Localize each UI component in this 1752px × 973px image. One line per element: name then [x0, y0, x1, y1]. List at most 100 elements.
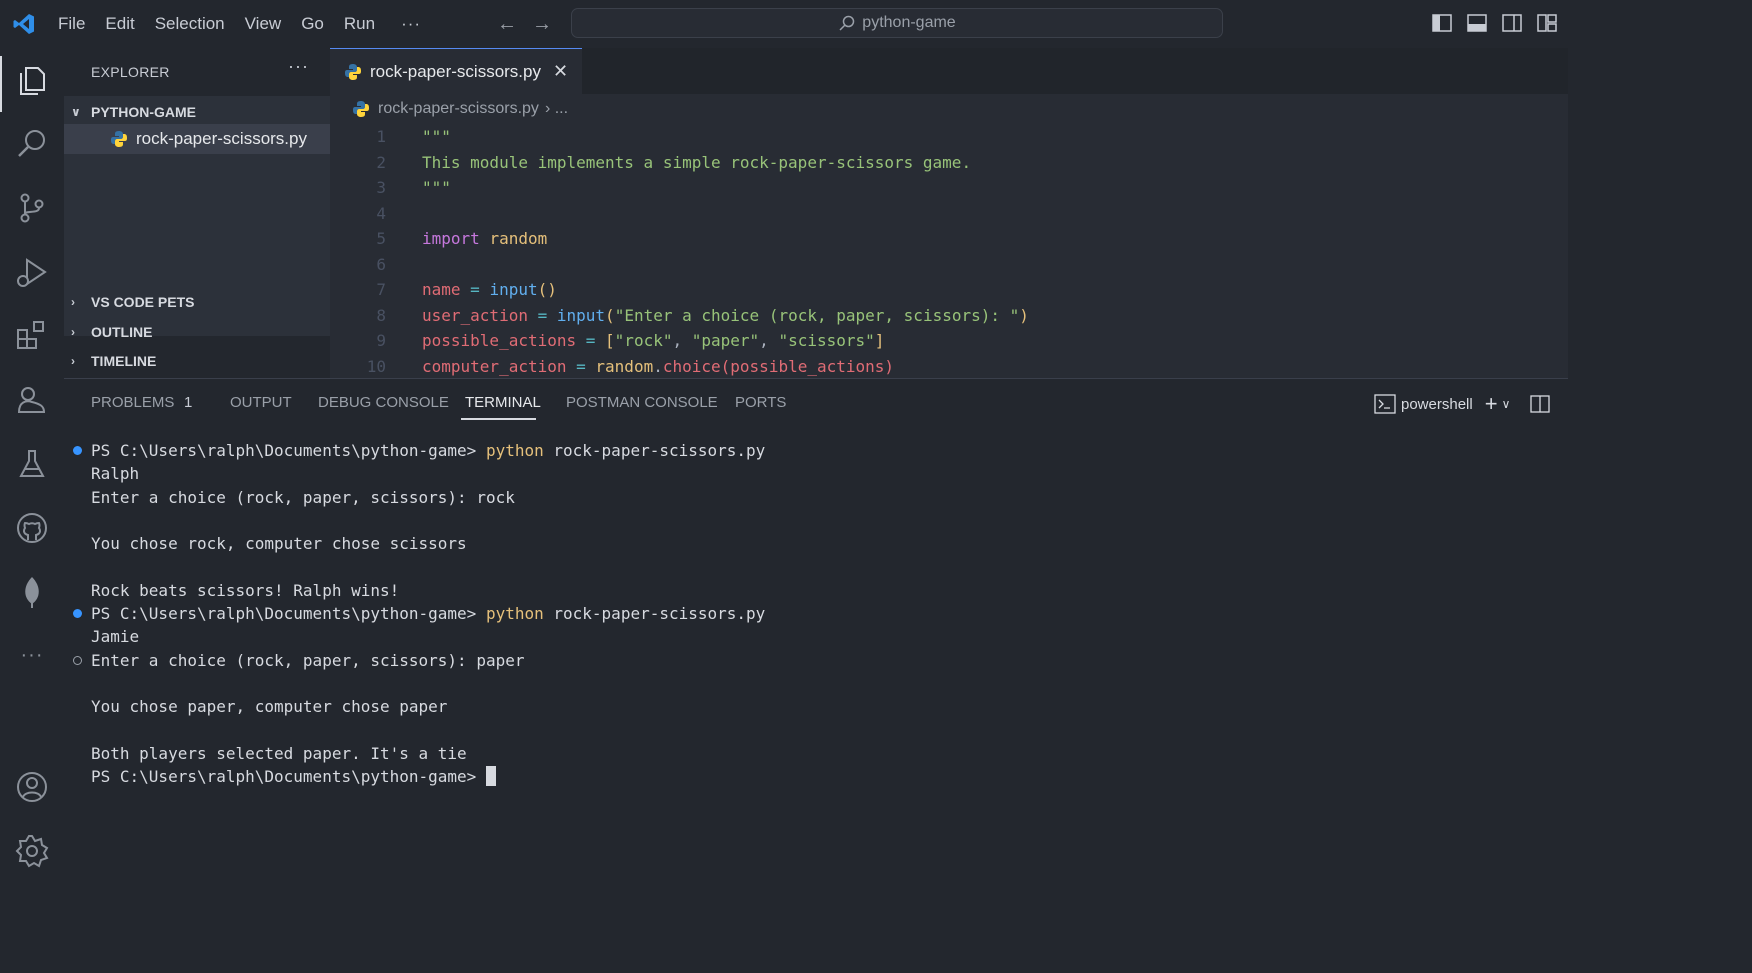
line-number: 4 [376, 203, 386, 223]
tab-problems[interactable]: PROBLEMS [91, 394, 174, 411]
code-text: import random [422, 229, 548, 248]
tab-postman-console[interactable]: POSTMAN CONSOLE [566, 394, 718, 411]
breadcrumb: rock-paper-scissors.py › ... [352, 98, 568, 120]
tab-output[interactable]: OUTPUT [230, 394, 292, 411]
tab-ports[interactable]: PORTS [735, 394, 786, 411]
file-tree-item[interactable]: rock-paper-scissors.py [64, 124, 330, 154]
terminal-line: Rock beats scissors! Ralph wins! [91, 580, 400, 600]
toggle-panel-icon[interactable] [1466, 13, 1488, 33]
panel-tab-bar: PROBLEMS 1 OUTPUT DEBUG CONSOLE TERMINAL… [64, 379, 1568, 425]
code-text: computer_action = random.choice(possible… [422, 356, 895, 376]
line-number: 5 [376, 229, 386, 248]
file-name: rock-paper-scissors.py [136, 129, 307, 148]
problems-count-badge: 1 [184, 394, 193, 411]
source-control-icon[interactable] [14, 190, 50, 226]
menu-more-icon[interactable]: ··· [385, 14, 437, 34]
code-line[interactable]: 3 """ [330, 175, 1568, 200]
editor-tab[interactable]: rock-paper-scissors.py ✕ [330, 48, 582, 94]
explorer-more-icon[interactable]: ··· [288, 56, 309, 77]
menu-view[interactable]: View [235, 14, 292, 34]
terminal-line: PS C:\Users\ralph\Documents\python-game>… [91, 604, 766, 624]
terminal-toolbar: powershell + ∨ [1374, 391, 1551, 417]
section-vscode-pets[interactable]: › VS CODE PETS [71, 294, 194, 310]
chevron-down-icon[interactable]: ∨ [1502, 397, 1511, 411]
line-number: 2 [376, 152, 386, 172]
editor-tab-bar: rock-paper-scissors.py ✕ [330, 48, 1568, 94]
section-timeline[interactable]: › TIMELINE [71, 353, 156, 369]
accounts-icon[interactable] [14, 769, 50, 805]
code-text: """ [422, 127, 451, 146]
section-label: TIMELINE [91, 353, 157, 369]
terminal-line: Ralph [91, 464, 140, 484]
terminal-cursor [485, 766, 496, 787]
section-outline[interactable]: › OUTLINE [71, 324, 152, 340]
close-icon[interactable]: ✕ [553, 61, 568, 82]
command-decoration-icon[interactable] [73, 609, 82, 619]
python-file-icon [353, 101, 369, 117]
search-icon[interactable] [14, 126, 50, 162]
testing-flask-icon[interactable] [14, 446, 50, 482]
code-line[interactable]: 7 name = input() [330, 277, 1568, 302]
python-file-icon [345, 63, 361, 80]
line-number: 6 [376, 254, 386, 274]
search-icon [839, 15, 855, 31]
terminal-shell-icon[interactable] [1374, 394, 1396, 414]
code-line[interactable]: 5 import random [330, 226, 1568, 251]
toggle-secondary-sidebar-icon[interactable] [1501, 13, 1523, 33]
tab-debug-console[interactable]: DEBUG CONSOLE [318, 394, 449, 411]
menu-bar: File Edit Selection View Go Run ··· [48, 0, 437, 48]
line-number: 7 [376, 280, 386, 299]
command-running-icon[interactable] [73, 655, 82, 665]
terminal-line: Enter a choice (rock, paper, scissors): … [91, 487, 515, 507]
code-line[interactable]: 10 computer_action = random.choice(possib… [330, 354, 1568, 379]
terminal-line: You chose rock, computer chose scissors [91, 534, 467, 554]
bottom-panel: PROBLEMS 1 OUTPUT DEBUG CONSOLE TERMINAL… [64, 378, 1568, 871]
line-number: 8 [376, 305, 386, 325]
editor-area: rock-paper-scissors.py ✕ rock-paper-scis… [330, 48, 1568, 378]
mongodb-leaf-icon[interactable] [14, 574, 50, 610]
github-icon[interactable] [14, 510, 50, 546]
terminal-line: You chose paper, computer chose paper [91, 697, 448, 717]
forward-arrow-icon[interactable]: → [531, 13, 553, 35]
folder-header[interactable]: ∨ PYTHON-GAME [71, 100, 196, 124]
line-number: 10 [366, 356, 386, 376]
menu-run[interactable]: Run [334, 14, 385, 34]
split-terminal-icon[interactable] [1530, 395, 1551, 413]
line-number: 1 [376, 127, 386, 146]
python-file-icon [111, 131, 127, 147]
code-line[interactable]: 4 [330, 201, 1568, 226]
code-line[interactable]: 9 possible_actions = ["rock", "paper", "s… [330, 328, 1568, 353]
command-decoration-icon[interactable] [73, 446, 82, 455]
run-and-debug-icon[interactable] [14, 254, 50, 290]
customize-layout-icon[interactable] [1536, 13, 1558, 33]
chevron-down-icon: ∨ [71, 105, 81, 119]
new-terminal-plus-icon[interactable]: + [1485, 391, 1498, 417]
title-bar: File Edit Selection View Go Run ··· ← → … [0, 0, 1568, 48]
code-line[interactable]: 6 [330, 252, 1568, 277]
explorer-sidebar: EXPLORER ··· ∨ PYTHON-GAME rock-paper-sc… [64, 48, 330, 378]
extensions-icon[interactable] [14, 318, 50, 354]
explorer-icon[interactable] [14, 62, 50, 98]
menu-selection[interactable]: Selection [145, 14, 235, 34]
more-views-icon[interactable]: ··· [14, 644, 50, 680]
command-center-search[interactable]: python-game [571, 8, 1223, 38]
settings-gear-icon[interactable] [14, 833, 50, 869]
breadcrumb-file[interactable]: rock-paper-scissors.py [378, 100, 539, 118]
terminal-line: PS C:\Users\ralph\Documents\python-game>… [91, 441, 766, 460]
vscode-pets-icon[interactable] [14, 382, 50, 418]
code-line[interactable]: 1 """ [330, 124, 1568, 149]
line-number: 3 [376, 178, 386, 197]
code-line[interactable]: 8 user_action = input("Enter a choice (ro… [330, 303, 1568, 328]
menu-edit[interactable]: Edit [95, 14, 144, 34]
code-line[interactable]: 2 This module implements a simple rock-pa… [330, 150, 1568, 175]
toggle-primary-sidebar-icon[interactable] [1431, 13, 1453, 33]
tab-terminal[interactable]: TERMINAL [465, 394, 541, 411]
back-arrow-icon[interactable]: ← [496, 13, 518, 35]
menu-go[interactable]: Go [291, 14, 334, 34]
code-text: name = input() [422, 280, 557, 299]
shell-name[interactable]: powershell [1401, 396, 1473, 413]
breadcrumb-symbols[interactable]: › ... [545, 100, 568, 118]
terminal-line: Jamie [91, 627, 140, 647]
menu-file[interactable]: File [48, 14, 95, 34]
chevron-right-icon: › [71, 295, 75, 309]
